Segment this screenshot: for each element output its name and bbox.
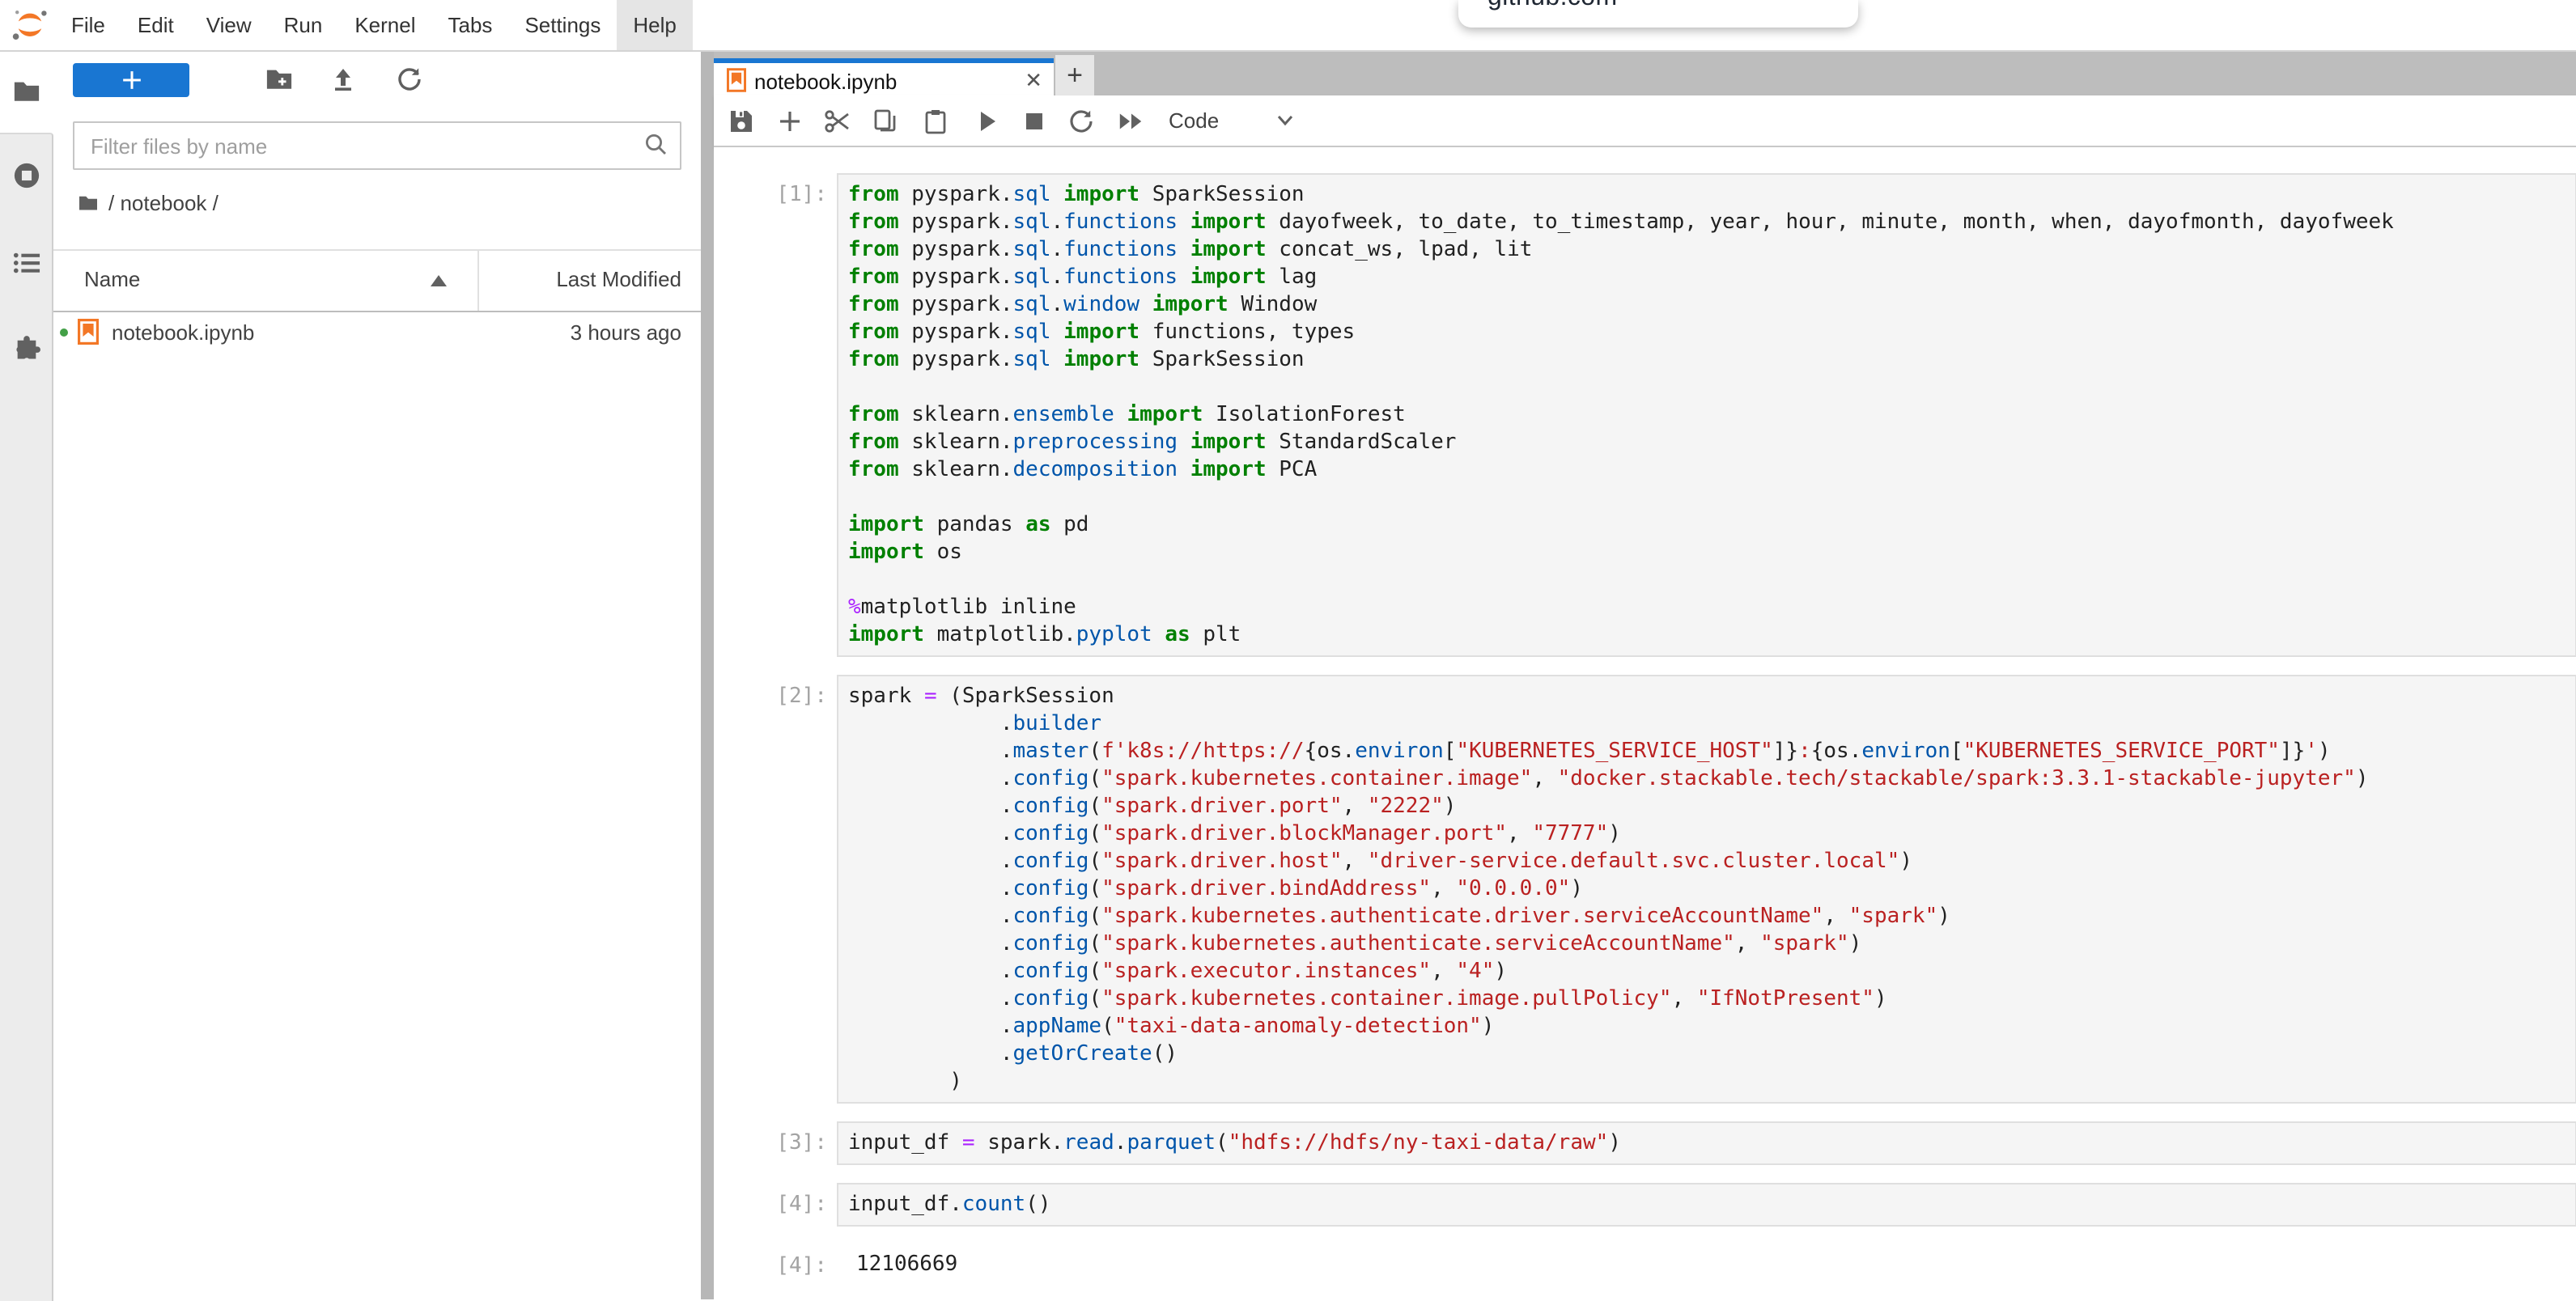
menu-view[interactable]: View [190,0,268,50]
menu-run[interactable]: Run [268,0,339,50]
tab-label: notebook.ipynb [754,70,897,94]
tab-notebook[interactable]: notebook.ipynb ✕ [714,58,1054,100]
code-cell-1[interactable]: [1]:from pyspark.sql import SparkSession… [714,173,2576,657]
column-header-name[interactable]: Name [84,267,140,291]
kernel-running-dot-icon [60,328,68,337]
interrupt-kernel-button[interactable] [1021,107,1049,134]
menu-settings[interactable]: Settings [508,0,617,50]
filter-files-box [73,121,681,170]
cut-cells-button[interactable] [824,107,851,134]
menu-items: File Edit View Run Kernel Tabs Settings … [55,0,693,50]
column-header-last-modified[interactable]: Last Modified [556,267,681,291]
file-name: notebook.ipynb [112,320,254,345]
cell-output: [4]:12106669 [714,1244,2576,1285]
sort-ascending-icon [431,275,447,286]
add-cell-button[interactable] [777,107,804,134]
cell-input-prompt: [1]: [714,173,837,657]
menu-edit[interactable]: Edit [121,0,190,50]
code-cell-2[interactable]: [2]:spark = (SparkSession .builder .mast… [714,675,2576,1104]
sidebar-splitter[interactable] [701,50,714,1299]
activity-bar-background [0,133,53,1301]
new-tab-button[interactable]: + [1055,55,1094,95]
paste-cells-button[interactable] [923,107,950,134]
file-row-notebook[interactable]: notebook.ipynb 3 hours ago [53,311,701,354]
file-browser-toolbar [53,50,701,115]
notebook-tab-icon [727,68,746,92]
cell-code-editor[interactable]: spark = (SparkSession .builder .master(f… [837,675,2576,1104]
notebook-cells: [1]:from pyspark.sql import SparkSession… [714,147,2576,1299]
browser-suggestion-popup[interactable]: github.com [1458,0,1858,28]
cell-type-select[interactable]: Code [1169,108,1219,133]
restart-run-all-button[interactable] [1117,107,1144,134]
menu-kernel[interactable]: Kernel [338,0,431,50]
extension-manager-tab-icon[interactable] [13,335,40,362]
breadcrumb[interactable]: / notebook / [78,186,219,218]
jupyterlab-window: File Edit View Run Kernel Tabs Settings … [0,0,2576,1299]
notebook-file-icon [78,319,99,345]
cell-input-prompt: [3]: [714,1121,837,1165]
breadcrumb-path: / notebook / [108,190,219,214]
filter-files-input[interactable] [87,125,628,167]
copy-cells-button[interactable] [872,107,900,134]
cell-input-prompt: [4]: [714,1183,837,1227]
chevron-down-icon[interactable] [1275,110,1295,129]
restart-kernel-button[interactable] [1068,107,1096,134]
refresh-file-list-button[interactable] [397,65,424,92]
menu-bar: File Edit View Run Kernel Tabs Settings … [0,0,2576,52]
jupyter-logo-icon [11,8,49,42]
menu-tabs[interactable]: Tabs [432,0,509,50]
plus-icon [121,70,142,91]
cell-input-prompt: [2]: [714,675,837,1104]
dock-tab-bar: notebook.ipynb ✕ + [714,50,2576,95]
code-cell-3[interactable]: [3]:input_df = spark.read.parquet("hdfs:… [714,1121,2576,1165]
new-launcher-button[interactable] [73,63,189,97]
upload-button[interactable] [330,65,358,92]
menu-help[interactable]: Help [617,0,693,50]
tab-close-icon[interactable]: ✕ [1025,68,1042,92]
cell-code-editor[interactable]: from pyspark.sql import SparkSessionfrom… [837,173,2576,657]
main-area: notebook.ipynb ✕ + [714,50,2576,1299]
notebook-toolbar: Code [714,95,2576,147]
file-last-modified: 3 hours ago [571,320,681,345]
cell-output-text: 12106669 [837,1244,2576,1285]
new-folder-button[interactable] [265,65,293,92]
cell-output-prompt: [4]: [714,1244,837,1285]
search-icon [644,133,667,155]
cell-code-editor[interactable]: input_df.count() [837,1183,2576,1227]
code-cell-4[interactable]: [4]:input_df.count() [714,1183,2576,1227]
run-cell-button[interactable] [974,107,1002,134]
save-button[interactable] [728,107,756,134]
running-kernels-tab-icon[interactable] [13,162,40,189]
popup-url-text: github.com [1487,0,1618,13]
file-browser-tab-icon[interactable] [13,78,40,105]
file-list-header: Name Last Modified [53,251,701,312]
activity-bar [0,50,53,1299]
menu-file[interactable]: File [55,0,121,50]
cell-code-editor[interactable]: input_df = spark.read.parquet("hdfs://hd… [837,1121,2576,1165]
column-divider [477,251,479,311]
home-folder-icon[interactable] [78,193,99,211]
table-of-contents-tab-icon[interactable] [13,249,40,277]
file-browser-panel: / notebook / Name Last Modified notebook… [53,50,701,1299]
